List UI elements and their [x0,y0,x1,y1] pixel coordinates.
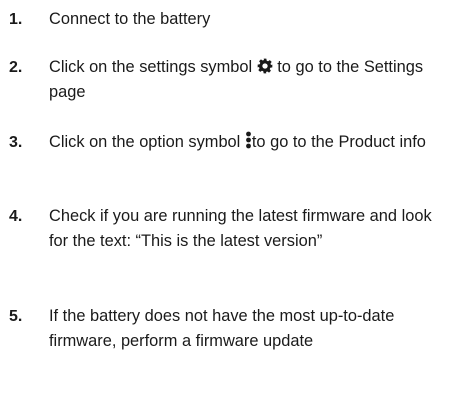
step-number: 2. [9,59,23,76]
step-text-part: Click on the option symbol [49,133,245,151]
step-text: Connect to the battery [49,10,211,28]
step-text-part: Click on the settings symbol [49,58,257,76]
step-number: 3. [9,134,23,151]
kebab-icon [245,131,252,149]
step-text: If the battery does not have the most up… [49,307,395,350]
step-text: Check if you are running the latest firm… [49,207,432,250]
step-number: 1. [9,11,23,28]
step-text: Click on the settings symbol to go to th… [49,55,449,105]
gear-icon [257,58,273,74]
step-text: Click on the option symbol to go to the … [49,130,449,155]
step-number: 5. [9,308,23,325]
step-number: 4. [9,208,23,225]
step-text-part: to go to the Product info [251,133,426,151]
